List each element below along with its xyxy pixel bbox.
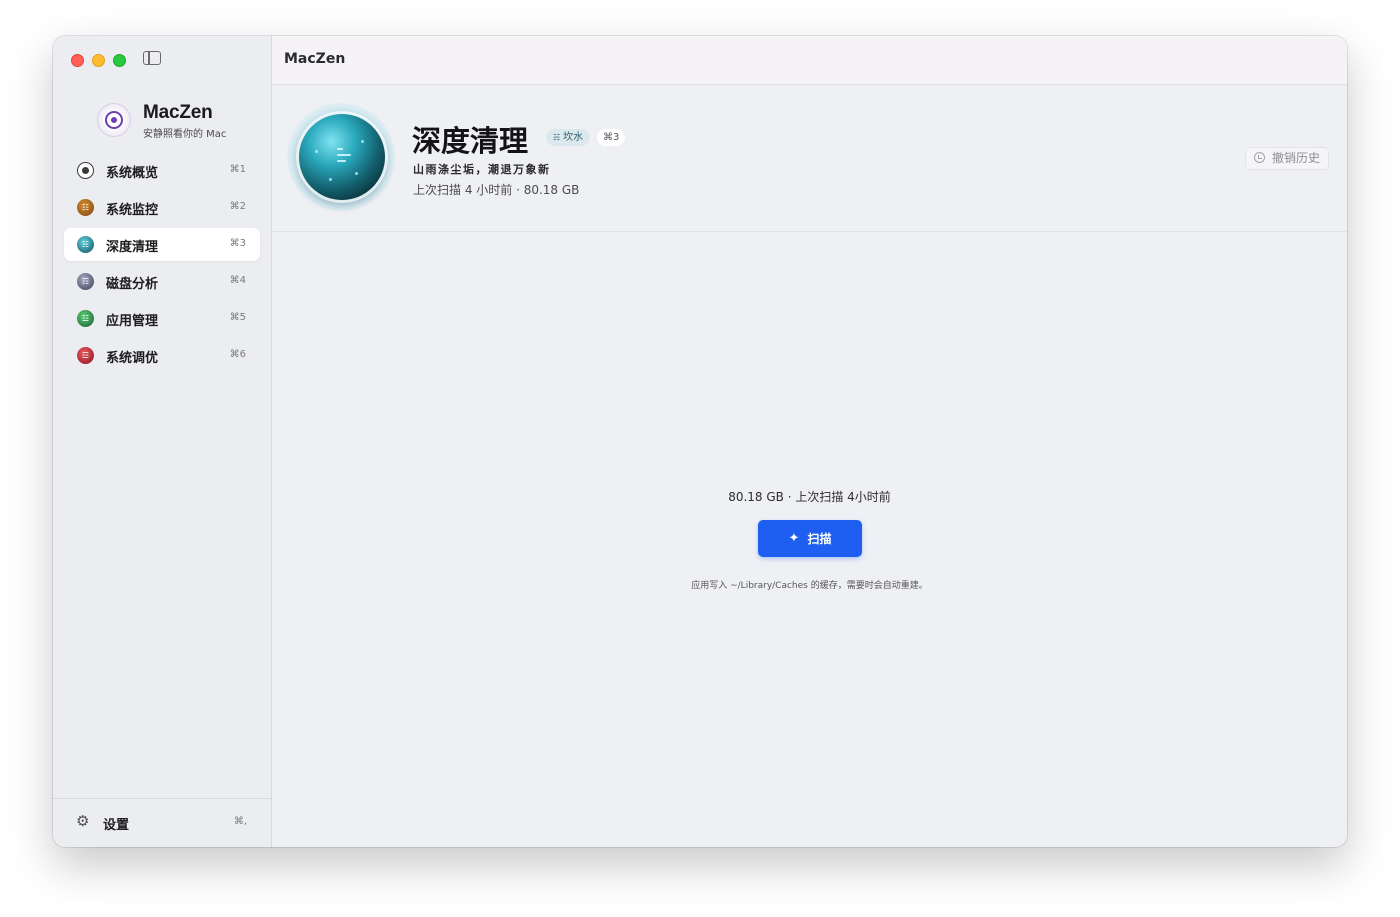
scan-panel: 80.18 GB · 上次扫描 4小时前 ✦ 扫描 应用写入 ~/Library… xyxy=(272,232,1347,847)
scan-summary: 80.18 GB · 上次扫描 4小时前 xyxy=(728,490,891,504)
shortcut-badge: ⌘3 xyxy=(597,129,626,146)
settings-label: 设置 xyxy=(103,818,130,833)
main-panel: MacZen 深度清理 ☵ 坎水 ⌘3 山雨涤尘垢，潮退万象新 上次扫描 4 小时… xyxy=(272,36,1347,847)
orb-sparkle xyxy=(361,140,364,143)
sidebar-item-clean[interactable]: ☵ 深度清理 ⌘3 xyxy=(64,228,260,261)
brand: MacZen 安静照看你的 Mac xyxy=(97,101,267,141)
page-header: 深度清理 ☵ 坎水 ⌘3 山雨涤尘垢，潮退万象新 上次扫描 4 小时前 · 80.… xyxy=(272,85,1347,232)
tune-icon: ☲ xyxy=(77,347,94,364)
cache-note: 应用写入 ~/Library/Caches 的缓存，需要时会自动重建。 xyxy=(691,581,928,591)
sidebar-item-label: 系统监控 xyxy=(106,203,159,218)
element-badge-label: 坎水 xyxy=(563,132,584,143)
kan-trigram-icon: ☵ xyxy=(553,133,561,142)
scan-button[interactable]: ✦ 扫描 xyxy=(758,520,862,557)
brand-name: MacZen xyxy=(143,102,213,123)
sparkle-icon: ✦ xyxy=(788,531,800,546)
sidebar-item-label: 磁盘分析 xyxy=(106,277,159,292)
sidebar-item-label: 系统调优 xyxy=(106,351,159,366)
undo-history-button[interactable]: 撤销历史 xyxy=(1244,147,1329,170)
orb-sparkle xyxy=(329,178,332,181)
sidebar-item-apps[interactable]: ☳ 应用管理 ⌘5 xyxy=(64,302,260,335)
shortcut-hint: ⌘6 xyxy=(229,349,246,360)
overview-icon xyxy=(77,162,94,179)
window-controls xyxy=(71,54,126,67)
sidebar-item-monitor[interactable]: ☷ 系统监控 ⌘2 xyxy=(64,191,260,224)
monitor-icon: ☷ xyxy=(77,199,94,216)
sidebar-settings[interactable]: ⚙ 设置 ⌘, xyxy=(53,798,271,847)
shortcut-hint: ⌘3 xyxy=(229,238,246,249)
close-window-button[interactable] xyxy=(71,54,84,67)
app-window: MacZen 安静照看你的 Mac 系统概览 ⌘1 ☷ 系统监控 ⌘2 ☵ 深度… xyxy=(53,36,1347,847)
sidebar-item-overview[interactable]: 系统概览 ⌘1 xyxy=(64,154,260,187)
sidebar-item-label: 深度清理 xyxy=(106,240,159,255)
brand-tagline: 安静照看你的 Mac xyxy=(143,129,227,140)
last-scan-meta: 上次扫描 4 小时前 · 80.18 GB xyxy=(413,183,580,197)
water-orb-icon xyxy=(299,114,385,200)
shortcut-hint: ⌘5 xyxy=(229,312,246,323)
sidebar-toggle-icon[interactable] xyxy=(143,51,161,65)
history-icon xyxy=(1253,152,1265,163)
disk-icon: ☶ xyxy=(77,273,94,290)
orb-sparkle xyxy=(355,172,358,175)
shortcut-hint: ⌘1 xyxy=(229,164,246,175)
minimize-window-button[interactable] xyxy=(92,54,105,67)
window-title: MacZen xyxy=(284,51,346,67)
shortcut-hint: ⌘4 xyxy=(229,275,246,286)
sidebar-nav: 系统概览 ⌘1 ☷ 系统监控 ⌘2 ☵ 深度清理 ⌘3 ☶ 磁盘分析 ⌘4 ☳ … xyxy=(64,154,260,376)
undo-history-label: 撤销历史 xyxy=(1271,151,1320,165)
shortcut-hint: ⌘2 xyxy=(229,201,246,212)
zoom-window-button[interactable] xyxy=(113,54,126,67)
page-title: 深度清理 xyxy=(412,124,529,158)
sidebar: MacZen 安静照看你的 Mac 系统概览 ⌘1 ☷ 系统监控 ⌘2 ☵ 深度… xyxy=(53,36,272,847)
element-badge: ☵ 坎水 xyxy=(546,129,591,146)
scan-button-label: 扫描 xyxy=(807,532,832,546)
clean-icon: ☵ xyxy=(77,236,94,253)
shortcut-hint: ⌘, xyxy=(233,816,247,827)
apps-icon: ☳ xyxy=(77,310,94,327)
page-motto: 山雨涤尘垢，潮退万象新 xyxy=(413,163,551,176)
sidebar-item-label: 系统概览 xyxy=(106,166,159,181)
sidebar-item-label: 应用管理 xyxy=(106,314,159,329)
sidebar-item-disk[interactable]: ☶ 磁盘分析 ⌘4 xyxy=(64,265,260,298)
titlebar: MacZen xyxy=(272,36,1347,85)
gear-icon: ⚙ xyxy=(76,812,90,830)
maczen-logo-icon xyxy=(97,103,131,137)
kan-trigram-icon xyxy=(337,148,351,162)
sidebar-item-tune[interactable]: ☲ 系统调优 ⌘6 xyxy=(64,339,260,372)
orb-sparkle xyxy=(315,150,318,153)
